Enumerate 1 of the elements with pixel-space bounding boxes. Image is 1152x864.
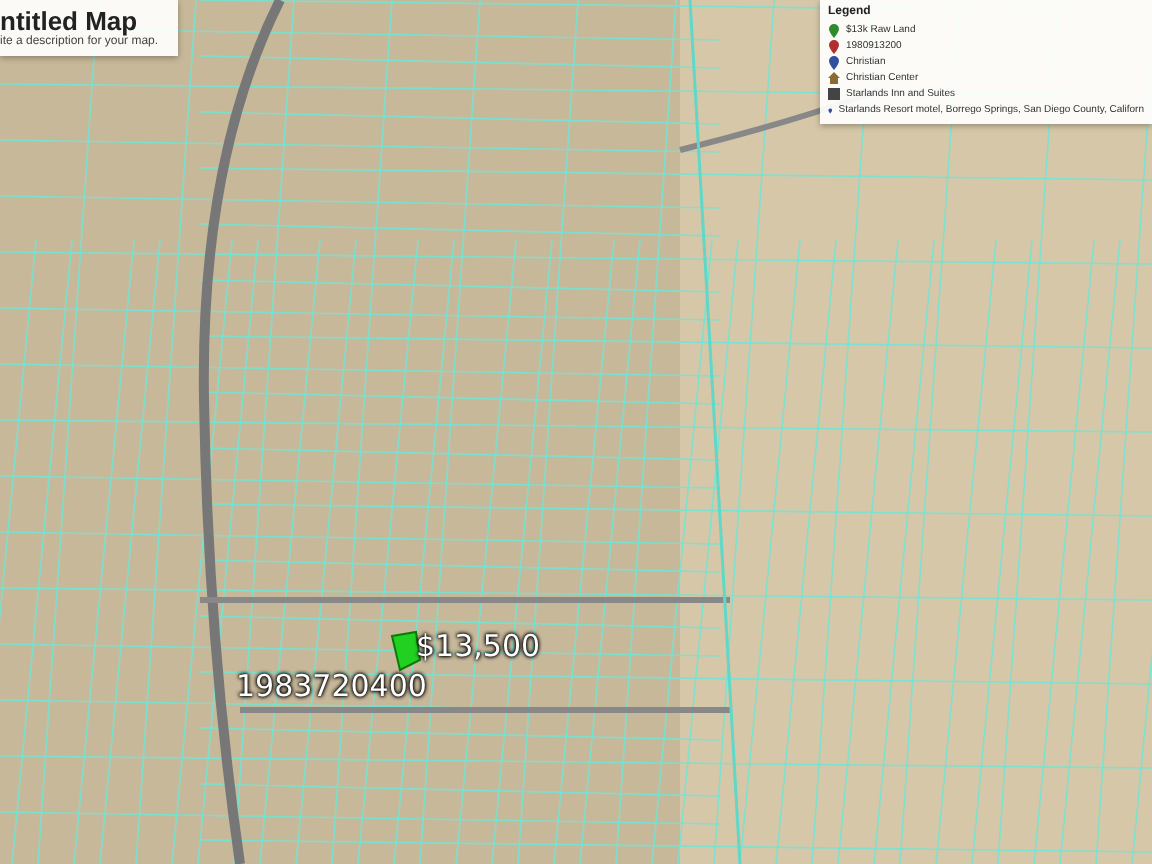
- map-title: ntitled Map: [0, 6, 140, 36]
